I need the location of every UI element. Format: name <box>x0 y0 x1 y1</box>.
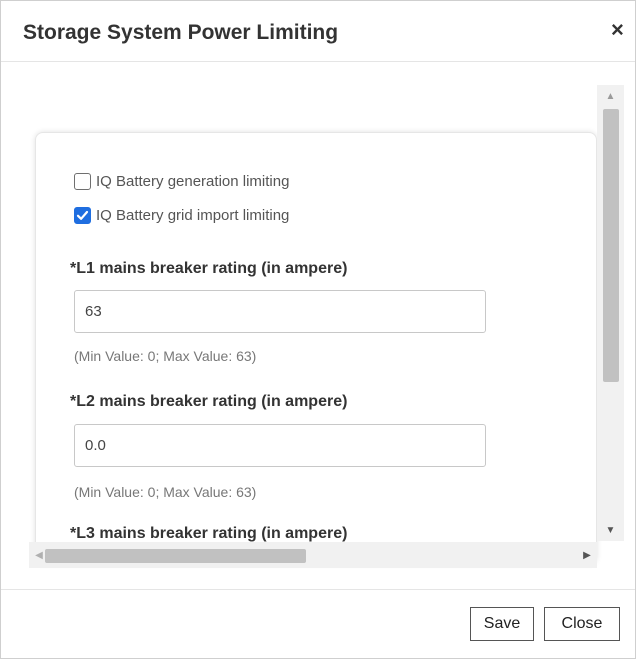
grid-import-limiting-option[interactable]: IQ Battery grid import limiting <box>74 207 289 224</box>
l2-breaker-input[interactable] <box>74 424 486 467</box>
grid-import-limiting-label: IQ Battery grid import limiting <box>96 207 290 224</box>
horizontal-scrollbar[interactable]: ◀ ▶ <box>29 542 597 568</box>
power-limiting-dialog: Storage System Power Limiting × IQ Batte… <box>0 0 636 659</box>
close-button[interactable]: Close <box>544 607 620 641</box>
dialog-title: Storage System Power Limiting <box>23 21 339 44</box>
scroll-down-icon[interactable]: ▼ <box>597 519 624 541</box>
scrollable-content[interactable]: IQ Battery generation limiting IQ Batter… <box>29 85 623 571</box>
save-button[interactable]: Save <box>470 607 534 641</box>
grid-import-limiting-checkbox[interactable] <box>74 207 91 224</box>
vertical-scrollbar[interactable]: ▲ ▼ <box>597 85 624 541</box>
generation-limiting-option[interactable]: IQ Battery generation limiting <box>74 173 289 190</box>
dialog-header: Storage System Power Limiting × <box>1 1 635 62</box>
checkmark-icon <box>76 210 89 220</box>
l2-breaker-label: *L2 mains breaker rating (in ampere) <box>70 393 348 410</box>
scroll-up-icon[interactable]: ▲ <box>597 85 624 107</box>
settings-panel: IQ Battery generation limiting IQ Batter… <box>35 132 597 564</box>
vertical-scroll-thumb[interactable] <box>603 109 619 382</box>
generation-limiting-checkbox[interactable] <box>74 173 91 190</box>
l1-breaker-hint: (Min Value: 0; Max Value: 63) <box>74 348 257 364</box>
close-icon[interactable]: × <box>611 19 624 41</box>
horizontal-scroll-thumb[interactable] <box>45 549 306 563</box>
footer-divider <box>1 589 635 590</box>
l3-breaker-label: *L3 mains breaker rating (in ampere) <box>70 525 348 542</box>
generation-limiting-label: IQ Battery generation limiting <box>96 173 290 190</box>
l1-breaker-input[interactable] <box>74 290 486 333</box>
l1-breaker-label: *L1 mains breaker rating (in ampere) <box>70 260 348 277</box>
scroll-right-icon[interactable]: ▶ <box>577 542 597 568</box>
l2-breaker-hint: (Min Value: 0; Max Value: 63) <box>74 484 257 500</box>
